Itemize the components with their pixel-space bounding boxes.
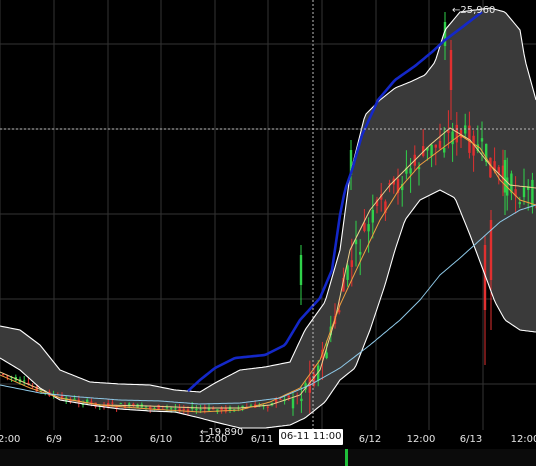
x-tick-label: 12:00	[94, 434, 123, 445]
candle-body	[518, 202, 521, 205]
candle-body	[447, 130, 450, 133]
x-tick-label: 6/13	[460, 434, 482, 445]
x-tick-label: 6/11	[251, 434, 273, 445]
candle-body	[279, 398, 282, 400]
candle-body	[299, 255, 303, 285]
x-axis-labels: 12:006/912:006/1012:006/1112:006/1212:00…	[0, 434, 536, 445]
x-tick-label: 6/12	[359, 434, 381, 445]
candle-body	[23, 380, 26, 382]
candle-body	[287, 395, 290, 398]
candle-body	[182, 408, 185, 410]
chart-panel: 12:006/912:006/1012:006/1112:006/1212:00…	[0, 0, 536, 466]
x-tick-label: 12:00	[511, 434, 536, 445]
candle-body	[174, 408, 177, 410]
candle-body	[438, 140, 442, 149]
candle-body	[371, 209, 374, 223]
candle-body	[144, 406, 148, 408]
candle-body	[480, 138, 484, 142]
candle-body	[266, 406, 269, 408]
candle	[483, 235, 487, 365]
candle-body	[430, 144, 433, 156]
candle-body	[359, 251, 362, 255]
candlestick-chart: 12:006/912:006/1012:006/1112:006/1212:00…	[0, 0, 536, 445]
candle-body	[149, 406, 152, 409]
candle-body	[300, 398, 303, 402]
candle-body	[449, 50, 453, 90]
high-label: ←25,960	[452, 5, 495, 16]
candle-body	[443, 147, 446, 153]
timeline-scrollbar[interactable]	[0, 449, 536, 466]
x-tick-label: 6/9	[46, 434, 62, 445]
x-tick-label: 12:00	[407, 434, 436, 445]
candle-body	[111, 402, 114, 404]
candle-body	[325, 352, 328, 359]
candle-body	[350, 260, 353, 267]
candle-body	[489, 157, 492, 178]
candle	[489, 157, 492, 178]
candle	[299, 245, 303, 305]
candle-body	[522, 186, 526, 198]
candle-body	[170, 407, 173, 409]
x-tick-label: 6/10	[150, 434, 172, 445]
candle-body	[291, 398, 295, 409]
candle-body	[409, 168, 412, 174]
candle-body	[195, 408, 198, 411]
x-tick-label: 12:00	[0, 434, 20, 445]
candle-body	[531, 179, 534, 207]
candle-body	[503, 160, 507, 193]
crosshair-time-label: 06-11 11:00	[279, 429, 343, 445]
candle	[489, 210, 493, 330]
candle-body	[451, 131, 454, 145]
candle-body	[363, 222, 366, 231]
low-label: ←19,890	[200, 427, 243, 438]
candle-body	[119, 403, 122, 405]
candle-body	[165, 407, 169, 409]
candle-body	[346, 265, 349, 280]
candle-body	[73, 398, 76, 400]
candle-body	[199, 409, 202, 411]
candle-body	[434, 144, 437, 148]
candle-body	[455, 124, 458, 143]
candle-body	[367, 224, 370, 232]
scrollbar-thumb[interactable]	[345, 449, 348, 466]
candle-body	[90, 401, 93, 403]
